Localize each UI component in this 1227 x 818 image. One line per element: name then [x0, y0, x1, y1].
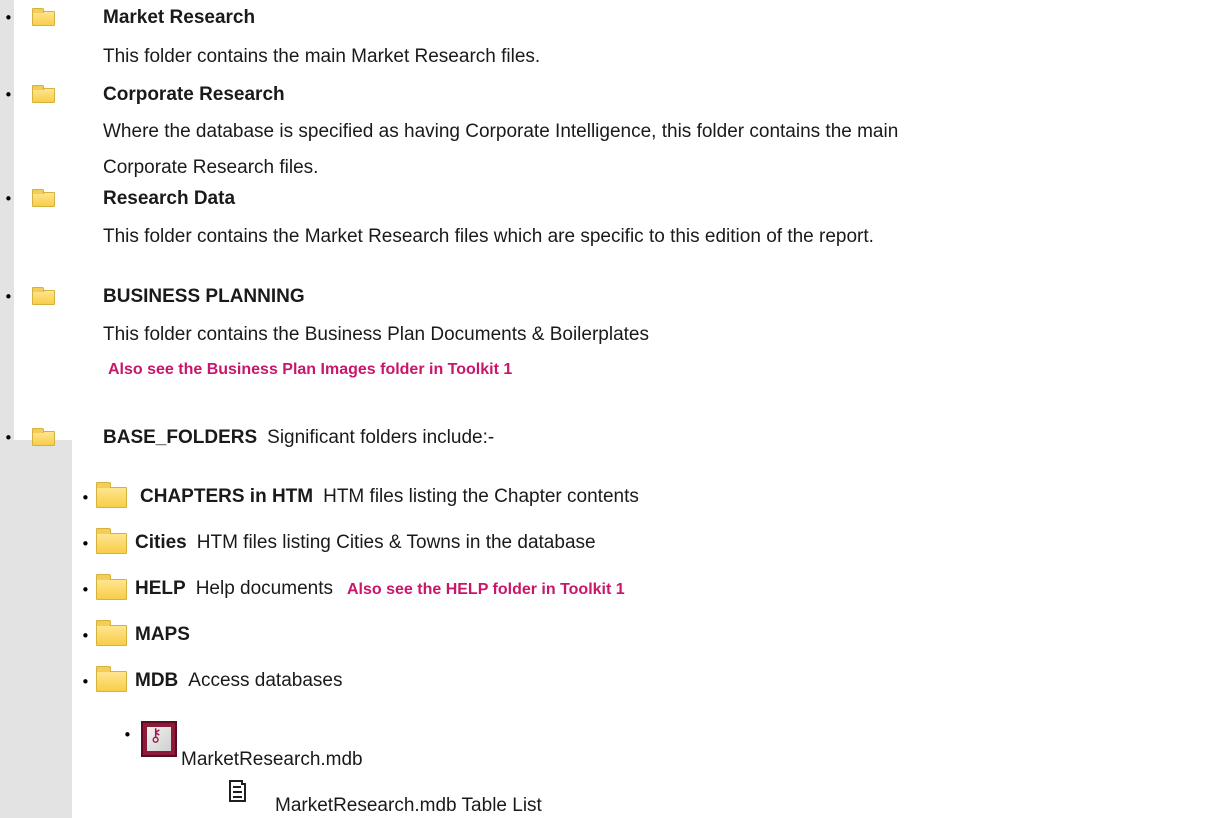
document-icon[interactable] [229, 780, 246, 802]
section-description: Corporate Research files. [103, 157, 319, 178]
left-margin-bar-indented [0, 440, 72, 818]
bullet: • [4, 288, 13, 306]
folder-icon [32, 428, 55, 446]
subfolder-description: HTM files listing the Chapter contents [323, 486, 639, 507]
left-margin-bar [0, 0, 14, 440]
subfolder-row-chapters: CHAPTERS in HTM HTM files listing the Cha… [140, 486, 639, 508]
folder-icon [32, 85, 55, 103]
bullet: • [81, 673, 90, 691]
bullet: • [4, 190, 13, 208]
section-description: This folder contains the Business Plan D… [103, 324, 649, 345]
access-database-icon[interactable]: ⚷ [141, 721, 177, 757]
bullet: • [4, 429, 13, 447]
section-title-business-planning[interactable]: BUSINESS PLANNING [103, 286, 305, 308]
section-description: Significant folders include:- [267, 427, 495, 448]
subfolder-name-maps[interactable]: MAPS [135, 624, 190, 645]
bullet: • [4, 9, 13, 27]
bullet: • [81, 627, 90, 645]
folder-icon [32, 189, 55, 207]
folder-icon [96, 482, 127, 508]
file-name-table-list[interactable]: MarketResearch.mdb Table List [275, 795, 542, 817]
section-description: Where the database is specified as havin… [103, 121, 899, 142]
key-glyph: ⚷ [149, 725, 163, 746]
folder-icon [32, 287, 55, 305]
subfolder-description: Help documents [195, 578, 333, 599]
subfolder-name-mdb[interactable]: MDB [135, 670, 178, 691]
bullet: • [4, 86, 13, 104]
section-description: This folder contains the main Market Res… [103, 46, 541, 67]
file-name-marketresearch-mdb[interactable]: MarketResearch.mdb [181, 749, 363, 771]
folder-icon [96, 528, 127, 554]
subfolder-name-cities[interactable]: Cities [135, 532, 187, 553]
section-description: This folder contains the Market Research… [103, 226, 874, 247]
folder-icon [32, 8, 55, 26]
subfolder-row-maps: MAPS [135, 624, 190, 646]
section-title-corporate-research[interactable]: Corporate Research [103, 84, 285, 106]
bullet: • [123, 726, 132, 744]
subfolder-row-mdb: MDB Access databases [135, 670, 342, 692]
subfolder-row-cities: Cities HTM files listing Cities & Towns i… [135, 532, 596, 554]
subfolder-row-help: HELP Help documents Also see the HELP fold… [135, 578, 625, 600]
business-plan-images-note[interactable]: Also see the Business Plan Images folder… [108, 361, 512, 379]
folder-icon [96, 666, 127, 692]
folder-icon [96, 574, 127, 600]
subfolder-description: HTM files listing Cities & Towns in the … [196, 532, 596, 553]
base-folders-row: BASE_FOLDERS Significant folders include:… [103, 427, 494, 449]
folder-icon [96, 620, 127, 646]
section-title-base-folders[interactable]: BASE_FOLDERS [103, 427, 257, 448]
bullet: • [81, 535, 90, 553]
bullet: • [81, 581, 90, 599]
subfolder-name-chapters[interactable]: CHAPTERS in HTM [140, 486, 313, 507]
subfolder-description: Access databases [188, 670, 343, 691]
section-title-market-research[interactable]: Market Research [103, 7, 255, 29]
section-title-research-data[interactable]: Research Data [103, 188, 235, 210]
help-folder-note[interactable]: Also see the HELP folder in Toolkit 1 [347, 581, 625, 598]
bullet: • [81, 489, 90, 507]
subfolder-name-help[interactable]: HELP [135, 578, 186, 599]
